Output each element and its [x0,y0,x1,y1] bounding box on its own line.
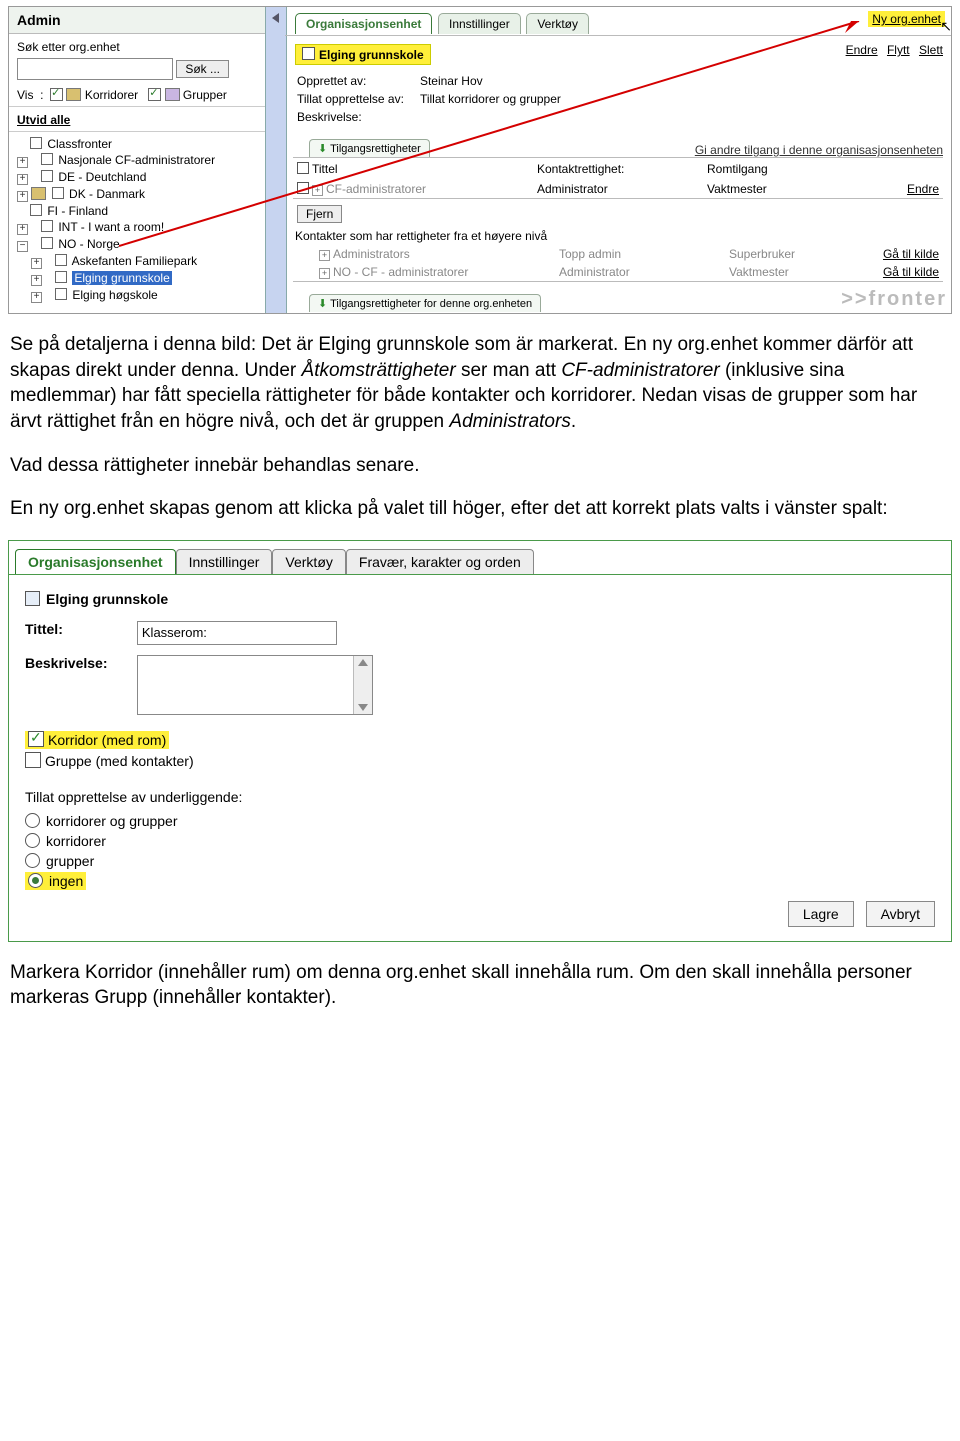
grupper-label: Grupper [183,88,227,102]
radio-ingen[interactable] [28,873,43,888]
body-text-2: Markera Korridor (innehåller rum) om den… [10,960,950,1011]
sidebar: Admin Søk etter org.enhet Søk ... Vis : … [9,7,266,313]
folder-icon [31,187,46,200]
arrow-down-icon: ⬇ [318,143,327,155]
expand-icon[interactable]: + [312,185,323,196]
tillat-label: Tillat opprettelse av underliggende: [25,789,935,805]
tittel-input[interactable] [137,621,337,645]
search-label: Søk etter org.enhet [17,40,257,54]
expand-icon[interactable]: + [319,268,330,279]
inherited-rights: +Administrators Topp admin Superbruker G… [293,245,943,282]
give-access-link[interactable]: Gi andre tilgang i denne organisasjonsen… [695,143,943,157]
action-links: Endre Flytt Slett [840,43,943,57]
search-input[interactable] [17,58,173,80]
tab2-fravaer[interactable]: Fravær, karakter og orden [346,549,534,574]
tab-verktoy[interactable]: Verktøy [526,13,589,34]
screenshot-form: OrganisasjonsenhetInnstillingerVerktøyFr… [8,540,952,942]
main-panel: Organisasjonsenhet Innstillinger Verktøy… [285,7,951,313]
korridor-checkbox[interactable] [28,731,44,747]
tab-org[interactable]: Organisasjonsenhet [295,13,432,34]
korridor-icon [66,88,81,101]
org-tree: Classfronter + Nasjonale CF-administrato… [9,132,265,308]
tree-row[interactable]: FI - Finland [13,203,261,219]
radio-korr-grupper[interactable] [25,813,40,828]
korridorer-label: Korridorer [85,88,138,102]
tree-row[interactable]: − NO - Norge [13,236,261,253]
tree-row-selected[interactable]: + Elging grunnskole [13,270,261,287]
rights-row: +CF-administratorer Administrator Vaktme… [293,180,943,198]
tree-row[interactable]: + DK - Danmark [13,186,261,203]
row-checkbox[interactable] [297,182,309,194]
endre-row-link[interactable]: Endre [869,182,939,196]
korridorer-checkbox[interactable] [50,88,63,101]
body-text: Se på detaljerna i denna bild: Det är El… [10,332,950,522]
rights-row: +NO - CF - administratorer Administrator… [293,263,943,281]
tree-row[interactable]: + Nasjonale CF-administratorer [13,152,261,169]
expand-all-link[interactable]: Utvid alle [9,106,265,132]
flytt-link[interactable]: Flytt [887,43,910,57]
tab-innstillinger[interactable]: Innstillinger [438,13,521,34]
tab2-verktoy[interactable]: Verktøy [272,549,345,574]
watermark: >>fronter [841,288,947,311]
tree-row[interactable]: Classfronter [13,136,261,152]
tabs2: OrganisasjonsenhetInnstillingerVerktøyFr… [9,541,951,575]
endre-link[interactable]: Endre [846,43,878,57]
scroll-down-icon[interactable] [358,704,368,711]
screenshot-admin: Admin Søk etter org.enhet Søk ... Vis : … [8,6,952,314]
tab2-org[interactable]: Organisasjonsenhet [15,549,176,574]
tree-row[interactable]: + Elging høgskole [13,287,261,304]
gruppe-checkbox[interactable] [25,752,41,768]
tabs: Organisasjonsenhet Innstillinger Verktøy… [285,7,951,36]
new-org-link[interactable]: Ny org.enhet [868,11,945,27]
meta-table: Opprettet av:Steinar Hov Tillat opprette… [295,71,577,127]
heading-checkbox[interactable] [25,591,40,606]
org-name-box: Elging grunnskole [295,44,431,65]
org-checkbox[interactable] [302,47,315,60]
rights-row: +Administrators Topp admin Superbruker G… [293,245,943,263]
arrow-down-icon: ⬇ [318,298,327,310]
fjern-button[interactable]: Fjern [297,205,342,223]
vis-label: Vis [17,88,33,102]
tab2-innstillinger[interactable]: Innstillinger [176,549,273,574]
admin-title: Admin [9,7,265,34]
scroll-up-icon[interactable] [358,659,368,666]
rights-subtab2[interactable]: ⬇ Tilgangsrettigheter for denne org.enhe… [309,294,541,312]
expand-icon[interactable]: + [319,250,330,261]
radio-grupper[interactable] [25,853,40,868]
rights-table: Tittel Kontaktrettighet: Romtilgang +CF-… [293,157,943,199]
rights-subtab[interactable]: ⬇ Tilgangsrettigheter [309,139,430,157]
grupper-checkbox[interactable] [148,88,161,101]
beskrivelse-label: Beskrivelse: [25,655,133,671]
gruppe-icon [165,88,180,101]
tree-row[interactable]: + DE - Deutchland [13,169,261,186]
goto-source-link[interactable]: Gå til kilde [869,247,939,261]
avbryt-button[interactable]: Avbryt [866,901,935,927]
header-checkbox[interactable] [297,162,309,174]
radio-korridorer[interactable] [25,833,40,848]
form-heading: Elging grunnskole [25,591,935,607]
divider-bar[interactable] [265,7,287,313]
tittel-label: Tittel: [25,621,133,637]
slett-link[interactable]: Slett [919,43,943,57]
lagre-button[interactable]: Lagre [788,901,854,927]
goto-source-link[interactable]: Gå til kilde [869,265,939,279]
tree-row[interactable]: + INT - I want a room! [13,219,261,236]
kontakter-title: Kontakter som har rettigheter fra et høy… [295,229,941,243]
textarea-scrollbar[interactable] [353,656,372,714]
tree-row[interactable]: + Askefanten Familiepark [13,253,261,270]
beskrivelse-textarea[interactable] [137,655,373,715]
search-button[interactable]: Søk ... [176,60,229,78]
